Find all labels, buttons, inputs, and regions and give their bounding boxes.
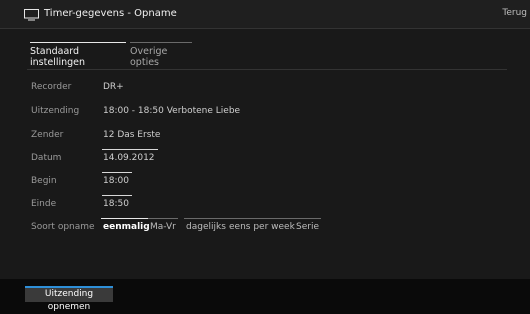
tv-icon	[24, 9, 39, 21]
row-recorder: Recorder DR+	[0, 82, 530, 96]
option-ma-vr[interactable]: Ma-Vr	[148, 218, 178, 232]
begin-field[interactable]: 18:00	[102, 172, 132, 186]
soort-opname-label: Soort opname	[31, 222, 95, 232]
timer-details-panel: Standaard instellingen Overige opties Re…	[0, 29, 530, 279]
footer-bar: Uitzending opnemen	[0, 279, 530, 312]
einde-label: Einde	[31, 199, 57, 209]
tab-divider	[27, 69, 507, 70]
recorder-value: DR+	[103, 82, 124, 92]
row-begin: Begin 18:00	[0, 172, 530, 190]
option-eens-per-week[interactable]: eens per week	[227, 218, 297, 232]
back-button[interactable]: Terug	[502, 8, 527, 18]
tab-indicator	[130, 42, 192, 43]
row-einde: Einde 18:50	[0, 195, 530, 213]
row-uitzending: Uitzending 18:00 - 18:50 Verbotene Liebe	[0, 106, 530, 120]
tab-label: Standaard instellingen	[30, 46, 86, 68]
tab-label: Overige opties	[130, 46, 168, 68]
row-soort-opname: Soort opname eenmalig Ma-Vr dagelijks ee…	[0, 218, 530, 236]
uitzending-opnemen-button[interactable]: Uitzending opnemen	[25, 286, 113, 312]
tab-overige-opties[interactable]: Overige opties	[130, 42, 192, 68]
datum-label: Datum	[31, 153, 62, 163]
zender-label: Zender	[31, 130, 64, 140]
option-dagelijks[interactable]: dagelijks	[184, 218, 228, 232]
option-serie[interactable]: Serie	[294, 218, 321, 232]
window-title: Timer-gegevens - Opname	[44, 8, 177, 19]
title-bar: Timer-gegevens - Opname Terug	[0, 0, 530, 29]
begin-label: Begin	[31, 176, 57, 186]
uitzending-value: 18:00 - 18:50 Verbotene Liebe	[103, 106, 241, 116]
zender-value: 12 Das Erste	[103, 130, 161, 140]
einde-field[interactable]: 18:50	[102, 195, 132, 209]
datum-field[interactable]: 14.09.2012	[102, 149, 158, 163]
row-datum: Datum 14.09.2012	[0, 149, 530, 167]
uitzending-label: Uitzending	[31, 106, 80, 116]
row-zender: Zender 12 Das Erste	[0, 130, 530, 144]
tab-indicator	[30, 42, 126, 43]
recorder-label: Recorder	[31, 82, 72, 92]
tab-standaard-instellingen[interactable]: Standaard instellingen	[30, 42, 126, 68]
option-eenmalig[interactable]: eenmalig	[101, 218, 152, 232]
